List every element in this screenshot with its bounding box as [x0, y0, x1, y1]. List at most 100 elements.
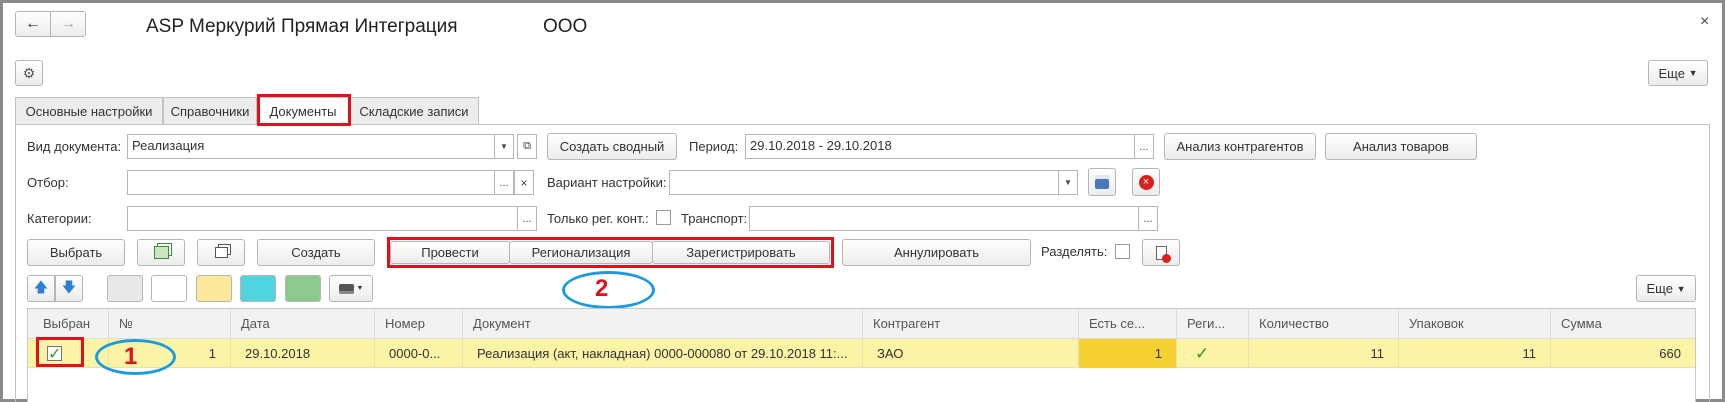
check-all-button[interactable] — [137, 239, 185, 266]
cell-quantity: 11 — [1249, 339, 1399, 368]
checkmark-icon: ✓ — [1195, 344, 1210, 363]
col-header-quantity[interactable]: Количество — [1249, 309, 1399, 339]
regionalize-button[interactable]: Регионализация — [509, 241, 653, 264]
settings-button[interactable]: ⚙ — [15, 60, 43, 86]
doc-type-label: Вид документа: — [27, 139, 122, 154]
move-down-button[interactable]: 🡇 — [55, 275, 83, 302]
clear-icon: × — [520, 175, 528, 190]
split-checkbox[interactable] — [1115, 244, 1130, 259]
create-summary-button[interactable]: Создать сводный — [547, 133, 677, 160]
save-variant-button[interactable] — [1088, 168, 1116, 196]
only-reg-checkbox[interactable] — [656, 210, 671, 225]
forward-button[interactable]: → — [50, 11, 86, 37]
arrow-down-icon: 🡇 — [61, 278, 77, 295]
filter-clear-button[interactable]: × — [514, 170, 534, 195]
doc-type-field[interactable]: Реализация — [127, 134, 495, 159]
color-gray-button[interactable] — [107, 275, 143, 302]
select-button[interactable]: Выбрать — [27, 239, 125, 266]
color-green-button[interactable] — [285, 275, 321, 302]
filter-field[interactable] — [127, 170, 495, 195]
cancel-button[interactable]: Аннулировать — [842, 239, 1031, 266]
col-header-date[interactable]: Дата — [231, 309, 375, 339]
chevron-down-icon: ▼ — [1688, 68, 1698, 78]
window-title: ASP Меркурий Прямая Интеграция — [146, 16, 458, 37]
filter-label: Отбор: — [27, 175, 69, 190]
transport-field[interactable] — [749, 206, 1139, 231]
doc-type-dropdown-button[interactable]: ▼ — [494, 134, 514, 159]
tab-warehouse-records[interactable]: Складские записи — [349, 97, 479, 124]
color-white-button[interactable] — [151, 275, 187, 302]
cell-has-series: 1 — [1079, 339, 1177, 368]
move-up-button[interactable]: 🡅 — [27, 275, 55, 302]
col-header-has-series[interactable]: Есть се... — [1079, 309, 1177, 339]
filter-select-button[interactable]: ... — [494, 170, 514, 195]
col-header-selected[interactable]: Выбран — [33, 309, 109, 339]
post-button[interactable]: Провести — [390, 241, 510, 264]
copy-icon — [214, 247, 228, 258]
variant-field[interactable] — [669, 170, 1062, 195]
open-icon: ⧉ — [523, 140, 531, 152]
period-select-button[interactable]: ... — [1134, 134, 1154, 159]
period-field[interactable]: 29.10.2018 - 29.10.2018 — [745, 134, 1135, 159]
split-label: Разделять: — [1041, 244, 1108, 259]
register-button[interactable]: Зарегистрировать — [652, 241, 830, 264]
close-icon[interactable]: × — [1700, 13, 1709, 31]
delete-document-icon — [1155, 245, 1171, 263]
only-reg-label: Только рег. конт.: — [547, 211, 649, 226]
color-yellow-button[interactable] — [196, 275, 232, 302]
tab-documents[interactable]: Документы — [257, 97, 349, 125]
more-button[interactable]: Еще ▼ — [1648, 60, 1708, 86]
delete-doc-button[interactable] — [1142, 239, 1180, 266]
col-header-num[interactable]: № — [109, 309, 231, 339]
arrow-right-icon: → — [60, 15, 76, 32]
col-header-registered[interactable]: Реги... — [1177, 309, 1249, 339]
analyze-counterparties-button[interactable]: Анализ контрагентов — [1164, 133, 1316, 160]
cell-number: 0000-0... — [375, 339, 463, 368]
arrow-left-icon: ← — [25, 15, 41, 32]
chevron-down-icon: ▼ — [356, 285, 364, 292]
window-org: ООО — [543, 16, 588, 37]
col-header-number[interactable]: Номер — [375, 309, 463, 339]
gear-icon: ⚙ — [22, 64, 36, 81]
cell-packages: 11 — [1399, 339, 1551, 368]
transport-label: Транспорт: — [681, 211, 748, 226]
app-window: ← → ASP Меркурий Прямая Интеграция ООО ×… — [0, 0, 1725, 402]
categories-field[interactable] — [127, 206, 518, 231]
chevron-down-icon: ▼ — [1676, 283, 1686, 294]
categories-select-button[interactable]: ... — [517, 206, 537, 231]
cell-selected[interactable]: ✓ — [33, 339, 109, 368]
col-header-counterparty[interactable]: Контрагент — [863, 309, 1079, 339]
variant-dropdown-button[interactable]: ▼ — [1058, 170, 1078, 195]
chevron-down-icon: ▼ — [1064, 178, 1072, 187]
annotation-mark-2: 2 — [595, 275, 609, 302]
list-more-button[interactable]: Еще ▼ — [1636, 275, 1696, 302]
arrow-up-icon: 🡅 — [33, 278, 49, 295]
col-header-packages[interactable]: Упаковок — [1399, 309, 1551, 339]
delete-icon: × — [1138, 174, 1154, 190]
variant-label: Вариант настройки: — [547, 175, 667, 190]
printer-icon — [338, 283, 354, 294]
cell-sum: 660 — [1659, 346, 1681, 361]
color-cyan-button[interactable] — [240, 275, 276, 302]
checkmark-icon: ✓ — [48, 346, 62, 363]
tab-directories[interactable]: Справочники — [163, 97, 257, 124]
annotation-mark-1: 1 — [124, 343, 138, 370]
print-button[interactable]: ▼ — [329, 275, 373, 302]
floppy-disk-icon — [1095, 175, 1109, 189]
chevron-down-icon: ▼ — [500, 142, 508, 151]
categories-label: Категории: — [27, 211, 92, 226]
delete-variant-button[interactable]: × — [1132, 168, 1160, 196]
transport-select-button[interactable]: ... — [1138, 206, 1158, 231]
back-button[interactable]: ← — [15, 11, 51, 37]
analyze-goods-button[interactable]: Анализ товаров — [1325, 133, 1477, 160]
cell-document: Реализация (акт, накладная) 0000-000080 … — [463, 339, 863, 368]
col-header-document[interactable]: Документ — [463, 309, 863, 339]
cell-counterparty: ЗАО — [863, 339, 1079, 368]
period-label: Период: — [689, 139, 739, 154]
doc-type-open-button[interactable]: ⧉ — [517, 134, 537, 159]
uncheck-all-button[interactable] — [197, 239, 245, 266]
col-header-sum[interactable]: Сумма — [1551, 309, 1695, 339]
cell-registered: ✓ — [1177, 339, 1249, 368]
tab-basic-settings[interactable]: Основные настройки — [15, 97, 163, 124]
create-button[interactable]: Создать — [257, 239, 375, 266]
